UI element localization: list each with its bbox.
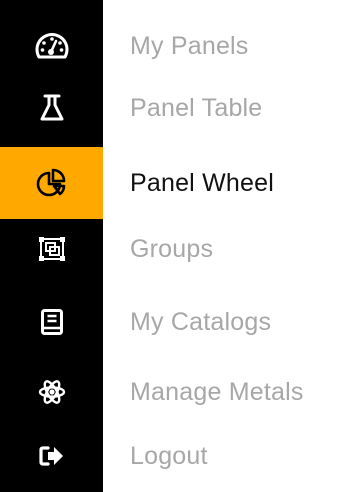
nav-item-manage-metals[interactable]: Manage Metals xyxy=(0,356,347,428)
dashboard-gauge-icon xyxy=(35,33,68,59)
nav-label: Groups xyxy=(130,234,214,263)
nav-item-groups[interactable]: Groups xyxy=(0,213,347,285)
nav-label: Logout xyxy=(130,441,208,470)
nav-icon-cell xyxy=(0,356,103,428)
nav-label: My Catalogs xyxy=(130,307,272,336)
nav-icon-cell xyxy=(0,72,103,144)
nav-item-panel-table[interactable]: Panel Table xyxy=(0,72,347,144)
object-group-icon xyxy=(38,237,65,261)
nav-label: Panel Table xyxy=(130,93,263,122)
nav-icon-cell-active xyxy=(0,147,103,219)
pie-chart-icon xyxy=(36,168,65,197)
catalog-book-icon xyxy=(40,309,63,335)
atom-icon xyxy=(38,380,65,404)
nav-item-my-catalogs[interactable]: My Catalogs xyxy=(0,286,347,358)
nav-icon-cell xyxy=(0,286,103,358)
nav-item-logout[interactable]: Logout xyxy=(0,420,347,492)
navigation-menu: My Panels Panel Table Panel Wheel Groups… xyxy=(0,0,347,492)
nav-icon-cell xyxy=(0,420,103,492)
nav-label: Manage Metals xyxy=(130,377,304,406)
flask-icon xyxy=(40,94,63,121)
nav-label: Panel Wheel xyxy=(130,168,274,197)
logout-icon xyxy=(38,446,63,466)
nav-item-panel-wheel[interactable]: Panel Wheel xyxy=(0,147,347,219)
nav-icon-cell xyxy=(0,213,103,285)
